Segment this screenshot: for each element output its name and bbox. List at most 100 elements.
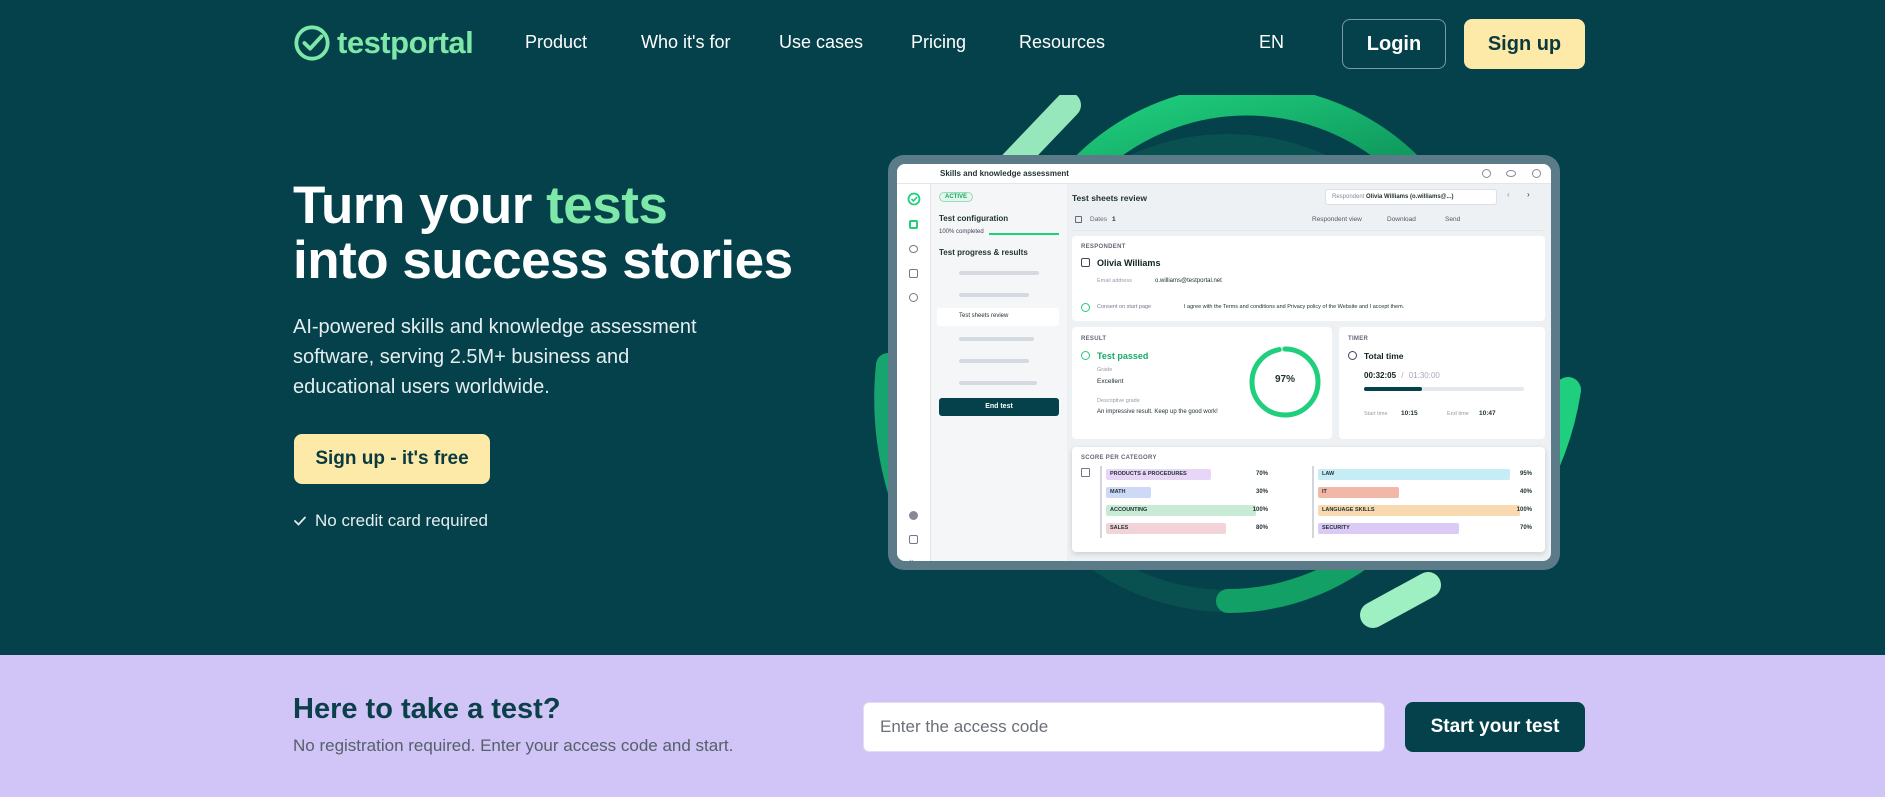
time-progress-track (1364, 387, 1524, 391)
band-title: Here to take a test? (293, 693, 561, 725)
time-used: 00:32:05 (1364, 371, 1397, 380)
hero-title-part2: into success stories (293, 231, 793, 290)
prev-icon[interactable]: ‹ (1507, 190, 1510, 199)
no-credit-card-note: No credit card required (293, 511, 488, 531)
dates-label: Dates (1090, 216, 1107, 223)
progress-title: Test progress & results (939, 248, 1028, 257)
end-time-label: End time (1447, 411, 1469, 417)
end-test-button[interactable]: End test (939, 398, 1059, 416)
category-name: MATH (1110, 489, 1126, 495)
respondent-section-label: RESPONDENT (1081, 244, 1126, 250)
respondent-select[interactable]: Respondent Olivia Williams (o.williams@.… (1325, 189, 1497, 205)
respondent-card: RESPONDENT Olivia Williams Email address… (1072, 236, 1545, 321)
start-test-button[interactable]: Start your test (1405, 702, 1585, 752)
config-progress-bar (989, 233, 1059, 235)
top-nav: testportal Product Who it's for Use case… (0, 0, 1885, 86)
respondent-select-label: Respondent (1332, 194, 1365, 200)
clock-icon (1348, 351, 1357, 360)
category-bar (1318, 469, 1510, 480)
category-value: 80% (1255, 525, 1268, 531)
app-rail: » (897, 184, 931, 561)
category-row: SALES 80% (1100, 520, 1270, 538)
category-value: 95% (1519, 471, 1532, 477)
category-value: 70% (1519, 525, 1532, 531)
category-bar (1318, 487, 1399, 498)
question-icon (909, 511, 918, 520)
timer-section-label: TIMER (1348, 336, 1369, 342)
timer-card: TIMER Total time 00:32:05 / 01:30:00 Sta… (1339, 327, 1545, 439)
time-progress-fill (1364, 387, 1422, 391)
result-status: Test passed (1097, 351, 1149, 361)
category-section-label: SCORE PER CATEGORY (1081, 455, 1157, 461)
check-icon (294, 516, 306, 526)
person-icon (1081, 258, 1090, 267)
score-value: 97% (1274, 374, 1295, 385)
app-window: Skills and knowledge assessment » ACTIVE… (888, 155, 1560, 570)
passed-icon (1081, 351, 1090, 360)
calendar-icon (1075, 216, 1082, 223)
nav-product[interactable]: Product (525, 32, 587, 53)
end-time-value: 10:47 (1479, 410, 1496, 417)
download-button[interactable]: Download (1387, 216, 1416, 223)
logo-text: testportal (337, 25, 474, 60)
category-value: 30% (1255, 489, 1268, 495)
grid-icon (909, 220, 918, 229)
no-credit-card-text: No credit card required (315, 511, 488, 530)
app-topbar: Skills and knowledge assessment (897, 164, 1551, 184)
category-card: SCORE PER CATEGORY PRODUCTS & PROCEDURES… (1072, 447, 1545, 552)
nav-who-its-for[interactable]: Who it's for (641, 32, 730, 53)
grade-label: Grade (1097, 367, 1113, 373)
logo[interactable]: testportal (293, 24, 474, 62)
next-icon[interactable]: › (1527, 190, 1530, 199)
desc-grade-value: An impressive result. Keep up the good w… (1097, 409, 1218, 415)
send-button[interactable]: Send (1445, 216, 1460, 223)
category-row: SECURITY 70% (1312, 520, 1534, 538)
time-readout: 00:32:05 / 01:30:00 (1364, 371, 1440, 380)
category-row: LAW 95% (1312, 466, 1534, 484)
nav-use-cases[interactable]: Use cases (779, 32, 863, 53)
end-test-label: End test (985, 403, 1013, 410)
signup-button[interactable]: Sign up (1464, 19, 1585, 69)
email-label: Email address (1097, 278, 1132, 284)
nav-pricing[interactable]: Pricing (911, 32, 966, 53)
hero-title-part1: Turn your (293, 176, 547, 235)
login-button[interactable]: Login (1342, 19, 1446, 69)
sidebar-item-1[interactable] (959, 271, 1039, 275)
band-subtitle: No registration required. Enter your acc… (293, 736, 734, 755)
access-code-band: Here to take a test? No registration req… (0, 655, 1885, 797)
consent-value: I agree with the Terms and conditions an… (1184, 304, 1405, 310)
hero-title-accent: tests (546, 176, 668, 235)
language-selector[interactable]: EN (1259, 32, 1284, 53)
sidebar-item-3[interactable] (959, 337, 1034, 341)
category-value: 100% (1516, 507, 1532, 513)
respondent-select-value: Olivia Williams (o.williams@...) (1366, 194, 1454, 200)
sidebar-item-2[interactable] (959, 293, 1029, 297)
config-title: Test configuration (939, 214, 1009, 223)
chart-icon (909, 269, 918, 278)
hero-subtitle: AI-powered skills and knowledge assessme… (293, 316, 697, 398)
category-value: 70% (1255, 471, 1268, 477)
category-name: LANGUAGE SKILLS (1322, 507, 1375, 513)
sidebar-item-active-label: Test sheets review (959, 313, 1009, 319)
gear-icon (909, 293, 918, 302)
consent-check-icon (1081, 303, 1090, 312)
user-icon (1532, 169, 1541, 178)
product-mockup: Skills and knowledge assessment » ACTIVE… (868, 95, 1588, 640)
result-card: RESULT Test passed Grade Excellent Descr… (1072, 327, 1332, 439)
consent-label: Consent on start page (1097, 304, 1152, 310)
hero-title: Turn your tests into success stories (293, 178, 793, 288)
toolbar: Dates 1 Respondent view Download Send (1072, 213, 1543, 231)
sidebar-item-5[interactable] (959, 381, 1037, 385)
sidebar-item-4[interactable] (959, 359, 1029, 363)
access-code-input[interactable] (863, 702, 1385, 752)
desc-grade-label: Descriptive grade (1097, 398, 1140, 404)
respondent-view-button[interactable]: Respondent view (1312, 216, 1362, 223)
category-row: ACCOUNTING 100% (1100, 502, 1270, 520)
nav-resources[interactable]: Resources (1019, 32, 1105, 53)
category-name: SALES (1110, 525, 1129, 531)
start-time-value: 10:15 (1401, 410, 1418, 417)
time-separator: / (1401, 371, 1404, 380)
sidebar-item-active[interactable]: Test sheets review (937, 308, 1059, 326)
signup-free-button[interactable]: Sign up - it's free (294, 434, 490, 484)
status-badge: ACTIVE (939, 192, 974, 202)
